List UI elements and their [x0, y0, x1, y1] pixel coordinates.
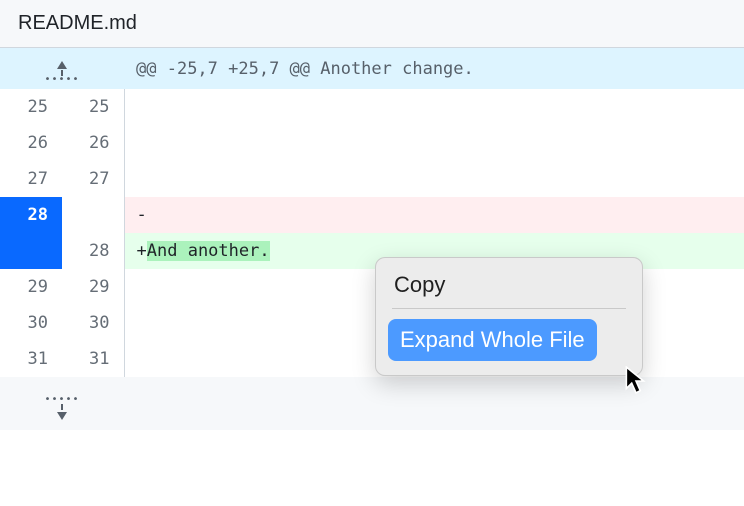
- expand-up-icon: •••••: [44, 61, 79, 83]
- menu-item-copy[interactable]: Copy: [388, 268, 630, 308]
- new-line-number[interactable]: 26: [62, 125, 124, 161]
- menu-item-expand-whole-file[interactable]: Expand Whole File: [388, 319, 597, 361]
- old-line-number[interactable]: 31: [0, 341, 62, 377]
- new-line-number[interactable]: 29: [62, 269, 124, 305]
- file-name: README.md: [18, 12, 137, 34]
- old-line-number[interactable]: 28: [0, 197, 62, 233]
- old-line-number[interactable]: [0, 233, 62, 269]
- line-content: [124, 161, 744, 197]
- context-line: 27 27: [0, 161, 744, 197]
- file-header: README.md: [0, 0, 744, 48]
- expand-bottom-row: •••••: [0, 377, 744, 430]
- old-line-number[interactable]: 27: [0, 161, 62, 197]
- old-line-number[interactable]: 30: [0, 305, 62, 341]
- added-text: And another.: [147, 241, 270, 261]
- hunk-header-text: @@ -25,7 +25,7 @@ Another change.: [124, 48, 744, 89]
- new-line-number[interactable]: [62, 197, 124, 233]
- old-line-number[interactable]: 29: [0, 269, 62, 305]
- expand-down-icon: •••••: [44, 397, 79, 420]
- deletion-line: 28 -: [0, 197, 744, 233]
- expand-bottom-empty: [124, 377, 744, 430]
- expand-down-cell[interactable]: •••••: [0, 377, 124, 430]
- hunk-header-row: ••••• @@ -25,7 +25,7 @@ Another change.: [0, 48, 744, 89]
- diff-prefix: +: [137, 241, 147, 261]
- line-content: [124, 125, 744, 161]
- menu-divider: [392, 308, 626, 309]
- new-line-number[interactable]: 28: [62, 233, 124, 269]
- line-content: -: [124, 197, 744, 233]
- old-line-number[interactable]: 25: [0, 89, 62, 125]
- new-line-number[interactable]: 25: [62, 89, 124, 125]
- line-content: [124, 89, 744, 125]
- diff-prefix: -: [137, 205, 147, 225]
- new-line-number[interactable]: 31: [62, 341, 124, 377]
- context-line: 26 26: [0, 125, 744, 161]
- new-line-number[interactable]: 27: [62, 161, 124, 197]
- new-line-number[interactable]: 30: [62, 305, 124, 341]
- context-line: 25 25: [0, 89, 744, 125]
- expand-up-cell[interactable]: •••••: [0, 48, 124, 89]
- context-menu: Copy Expand Whole File: [375, 257, 643, 376]
- old-line-number[interactable]: 26: [0, 125, 62, 161]
